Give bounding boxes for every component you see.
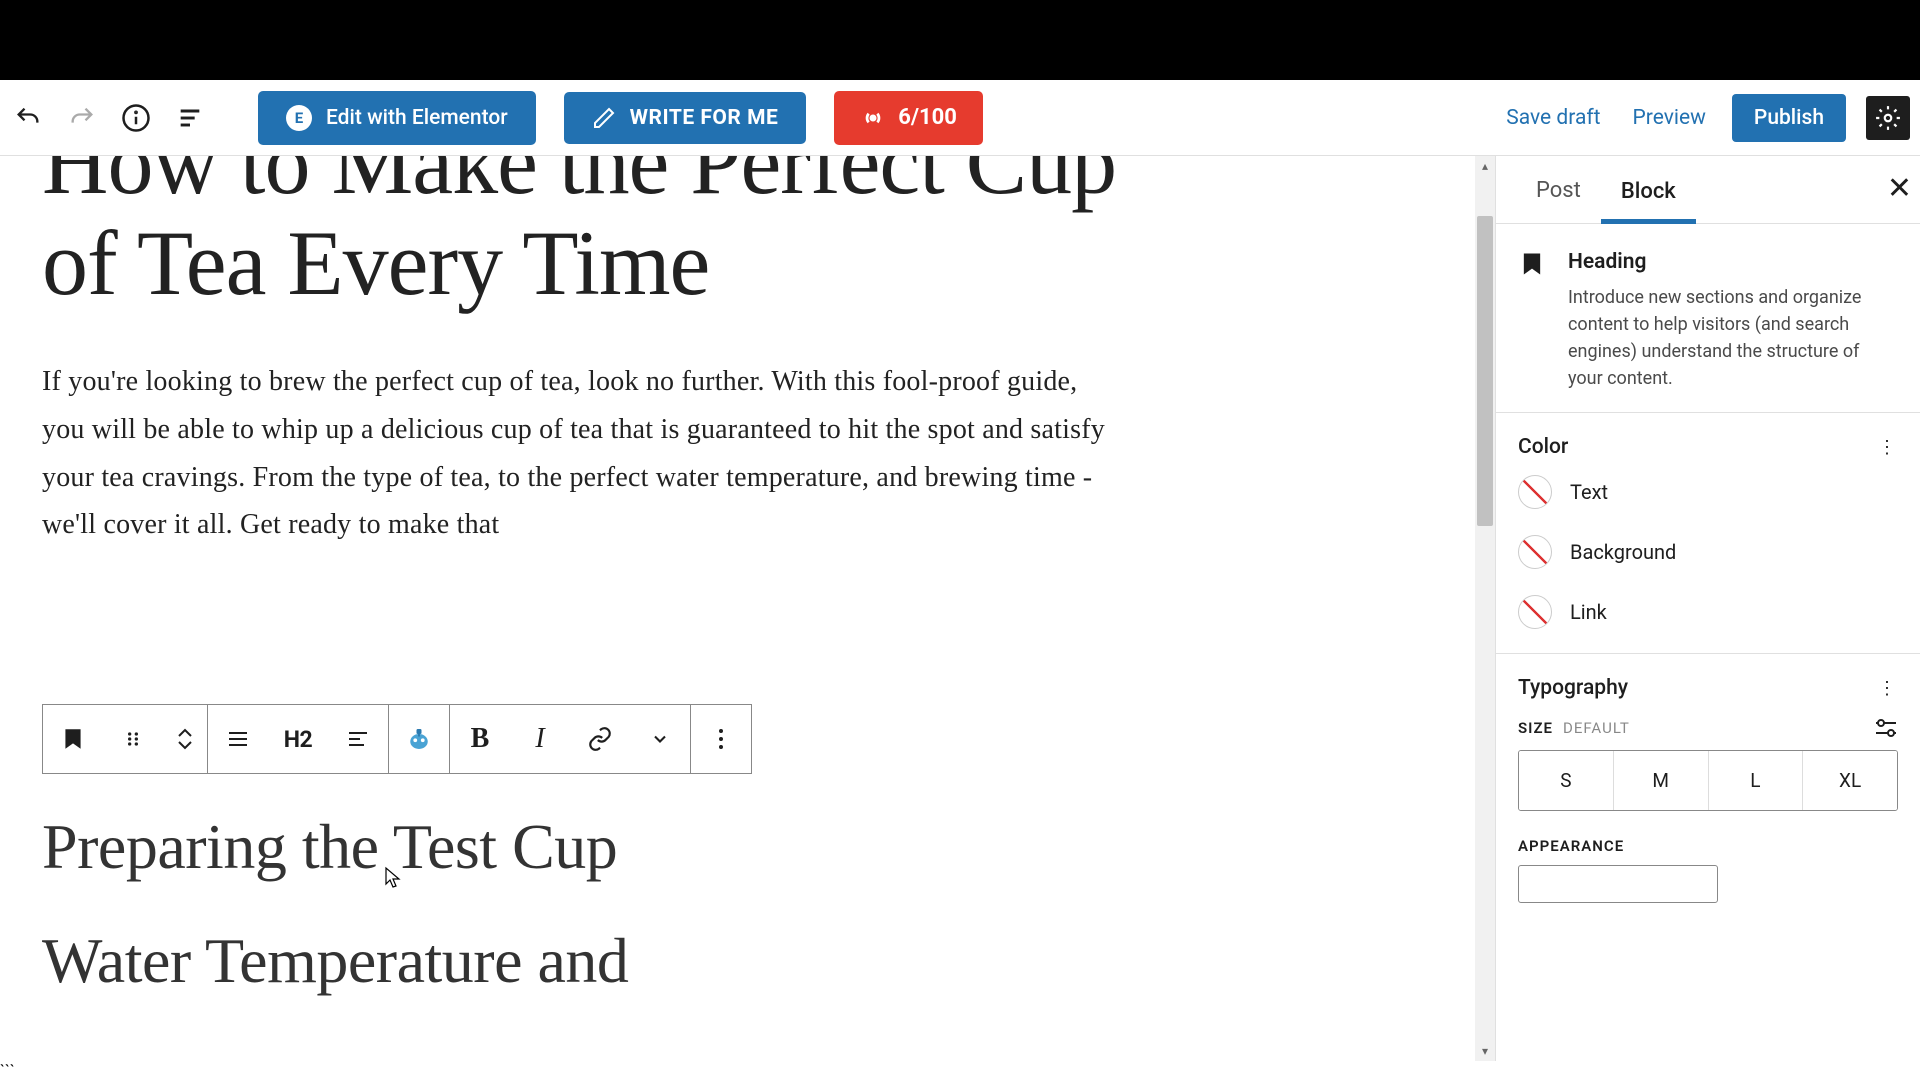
editor-top-toolbar: E Edit with Elementor WRITE FOR ME 6/100… xyxy=(0,80,1920,156)
scrollbar-thumb[interactable] xyxy=(1477,216,1493,526)
toolbar-left-group xyxy=(10,100,208,136)
block-floating-toolbar: H2 B I xyxy=(42,704,752,774)
settings-sidebar: Post Block ✕ Heading Introduce new secti… xyxy=(1495,156,1920,1061)
size-custom-toggle[interactable] xyxy=(1874,718,1898,738)
heading-level-button[interactable]: H2 xyxy=(268,705,328,773)
write-for-me-button[interactable]: WRITE FOR ME xyxy=(564,92,807,144)
size-default-label: DEFAULT xyxy=(1563,719,1630,737)
heading-water-temp[interactable]: Water Temperature and xyxy=(42,916,1122,1006)
link-color-label: Link xyxy=(1570,600,1607,624)
browser-blackout-bar xyxy=(0,0,1920,80)
typography-panel-options[interactable]: ⋮ xyxy=(1878,678,1898,699)
redo-button[interactable] xyxy=(64,100,100,136)
tab-block[interactable]: Block xyxy=(1601,157,1696,224)
settings-button[interactable] xyxy=(1866,96,1910,140)
heading-preparing-cup[interactable]: Preparing the Test Cup xyxy=(42,802,1122,892)
text-color-label: Text xyxy=(1570,480,1608,504)
drag-handle-icon[interactable] xyxy=(103,705,163,773)
scroll-down-arrow[interactable]: ▾ xyxy=(1475,1041,1495,1061)
appearance-label: APPEARANCE xyxy=(1518,837,1898,855)
write-for-me-label: WRITE FOR ME xyxy=(630,106,779,130)
size-button-group: S M L XL xyxy=(1518,750,1898,811)
save-draft-button[interactable]: Save draft xyxy=(1500,98,1606,138)
link-color-swatch xyxy=(1518,595,1552,629)
block-description: Introduce new sections and organize cont… xyxy=(1568,284,1898,392)
size-s-button[interactable]: S xyxy=(1519,751,1614,810)
pencil-icon xyxy=(592,106,616,130)
size-xl-button[interactable]: XL xyxy=(1803,751,1897,810)
kebab-icon xyxy=(718,727,724,751)
bold-button[interactable]: B xyxy=(450,705,510,773)
color-panel-options[interactable]: ⋮ xyxy=(1878,437,1898,458)
block-info-panel: Heading Introduce new sections and organ… xyxy=(1496,224,1920,412)
more-formatting-button[interactable] xyxy=(630,705,690,773)
preview-button[interactable]: Preview xyxy=(1627,98,1712,138)
toolbar-center-group: E Edit with Elementor WRITE FOR ME 6/100 xyxy=(258,91,983,145)
link-button[interactable] xyxy=(570,705,630,773)
list-view-button[interactable] xyxy=(172,100,208,136)
background-color-swatch xyxy=(1518,535,1552,569)
sidebar-tabs: Post Block ✕ xyxy=(1496,156,1920,224)
color-link-row[interactable]: Link xyxy=(1518,579,1898,639)
sliders-icon xyxy=(1874,718,1898,738)
details-info-button[interactable] xyxy=(118,100,154,136)
score-label: 6/100 xyxy=(898,105,957,130)
move-up-down-button[interactable] xyxy=(163,705,207,773)
ai-assist-button[interactable] xyxy=(389,705,449,773)
text-align-button[interactable] xyxy=(328,705,388,773)
editor-scrollbar[interactable]: ▴ ▾ xyxy=(1475,156,1495,1061)
typography-panel-title: Typography xyxy=(1518,676,1628,700)
color-background-row[interactable]: Background xyxy=(1518,519,1898,579)
chevron-down-icon xyxy=(650,729,670,749)
intro-paragraph[interactable]: If you're looking to brew the perfect cu… xyxy=(42,358,1122,548)
color-panel-title: Color xyxy=(1518,435,1568,459)
color-text-row[interactable]: Text xyxy=(1518,459,1898,519)
background-color-label: Background xyxy=(1570,540,1676,564)
signal-icon xyxy=(860,105,886,131)
size-label: SIZE xyxy=(1518,719,1553,737)
block-type-heading-icon[interactable] xyxy=(43,705,103,773)
publish-button[interactable]: Publish xyxy=(1732,94,1846,142)
tab-post[interactable]: Post xyxy=(1516,156,1601,223)
scroll-up-arrow[interactable]: ▴ xyxy=(1475,156,1495,176)
toolbar-right-group: Save draft Preview Publish xyxy=(1500,94,1910,142)
appearance-select[interactable] xyxy=(1518,865,1718,903)
edit-with-elementor-button[interactable]: E Edit with Elementor xyxy=(258,91,536,145)
block-name-label: Heading xyxy=(1568,250,1898,274)
size-l-button[interactable]: L xyxy=(1709,751,1804,810)
editor-canvas[interactable]: How to Make the Perfect Cup of Tea Every… xyxy=(0,156,1475,1061)
italic-button[interactable]: I xyxy=(510,705,570,773)
text-color-swatch xyxy=(1518,475,1552,509)
heading-block-icon xyxy=(1518,250,1546,278)
undo-button[interactable] xyxy=(10,100,46,136)
typography-panel: Typography ⋮ SIZE DEFAULT S M L XL APPEA… xyxy=(1496,653,1920,897)
align-button[interactable] xyxy=(208,705,268,773)
post-title[interactable]: How to Make the Perfect Cup of Tea Every… xyxy=(42,156,1122,314)
link-icon xyxy=(587,726,613,752)
robot-icon xyxy=(404,724,434,754)
main-area: How to Make the Perfect Cup of Tea Every… xyxy=(0,156,1920,1061)
gear-icon xyxy=(1875,105,1901,131)
block-options-button[interactable] xyxy=(691,705,751,773)
size-m-button[interactable]: M xyxy=(1614,751,1709,810)
color-panel: Color ⋮ Text Background Link xyxy=(1496,412,1920,653)
elementor-icon: E xyxy=(286,105,312,131)
elementor-label: Edit with Elementor xyxy=(326,106,508,130)
close-sidebar-button[interactable]: ✕ xyxy=(1887,174,1912,204)
seo-score-button[interactable]: 6/100 xyxy=(834,91,983,145)
